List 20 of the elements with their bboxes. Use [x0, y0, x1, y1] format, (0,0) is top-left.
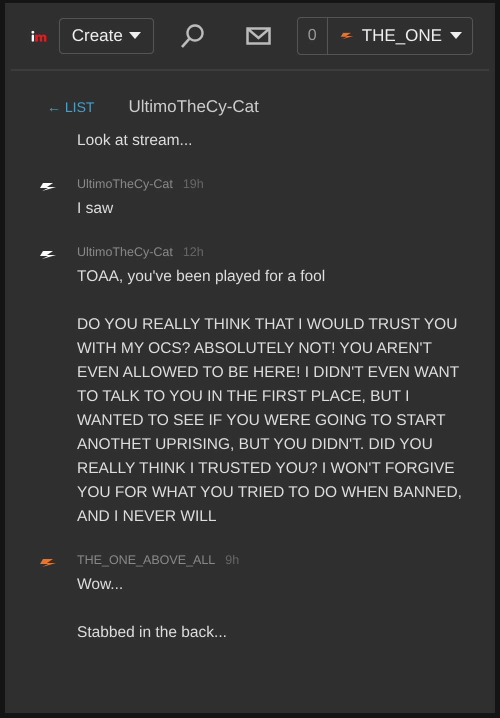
message-text: DO YOU REALLY THINK THAT I WOULD TRUST YOU WITH MY OCS? ABSOLUTELY NOT! YOU AREN'T EVEN ALLOWED TO BE HERE! I DIDN'T EVEN WANT TO TALK TO YOU IN THE FIRST PLACE, BUT I WANTED TO SEE IF YOU WERE GOING TO START ANOTHET UPRISING, BUT YOU DIDN'T. DID YOU REALLY THINK I TRUSTED YOU? I WON'T FORGIVE YOU FOR WHAT YOU TRIED TO DO WHEN BANNED, AND I NEVER WILL — [77, 315, 463, 527]
message-text: Look at stream... — [77, 131, 194, 151]
message-author: UltimoTheCy-Cat — [77, 245, 173, 259]
account-menu[interactable]: 0 THE_ONE — [296, 17, 473, 55]
back-to-list-link[interactable]: ← LIST — [47, 99, 94, 115]
message-author: THE_ONE_ABOVE_ALL — [77, 553, 216, 567]
user-menu-button[interactable]: THE_ONE — [328, 18, 472, 54]
message-text: I saw — [77, 199, 114, 219]
message-author: UltimoTheCy-Cat — [77, 177, 173, 191]
message-text: TOAA, you've been played for a fool — [77, 267, 326, 287]
caret-icon — [128, 32, 141, 40]
message-text: Wow... — [77, 575, 124, 595]
caret-icon — [450, 32, 462, 40]
search-icon[interactable] — [180, 23, 206, 49]
notification-count: 0 — [298, 18, 328, 54]
conversation-title: UltimoTheCy-Cat — [128, 97, 259, 117]
mail-icon[interactable] — [246, 27, 271, 45]
create-button[interactable]: Create — [58, 18, 154, 54]
message-text: Stabbed in the back... — [77, 623, 228, 643]
lightning-icon — [340, 32, 354, 40]
